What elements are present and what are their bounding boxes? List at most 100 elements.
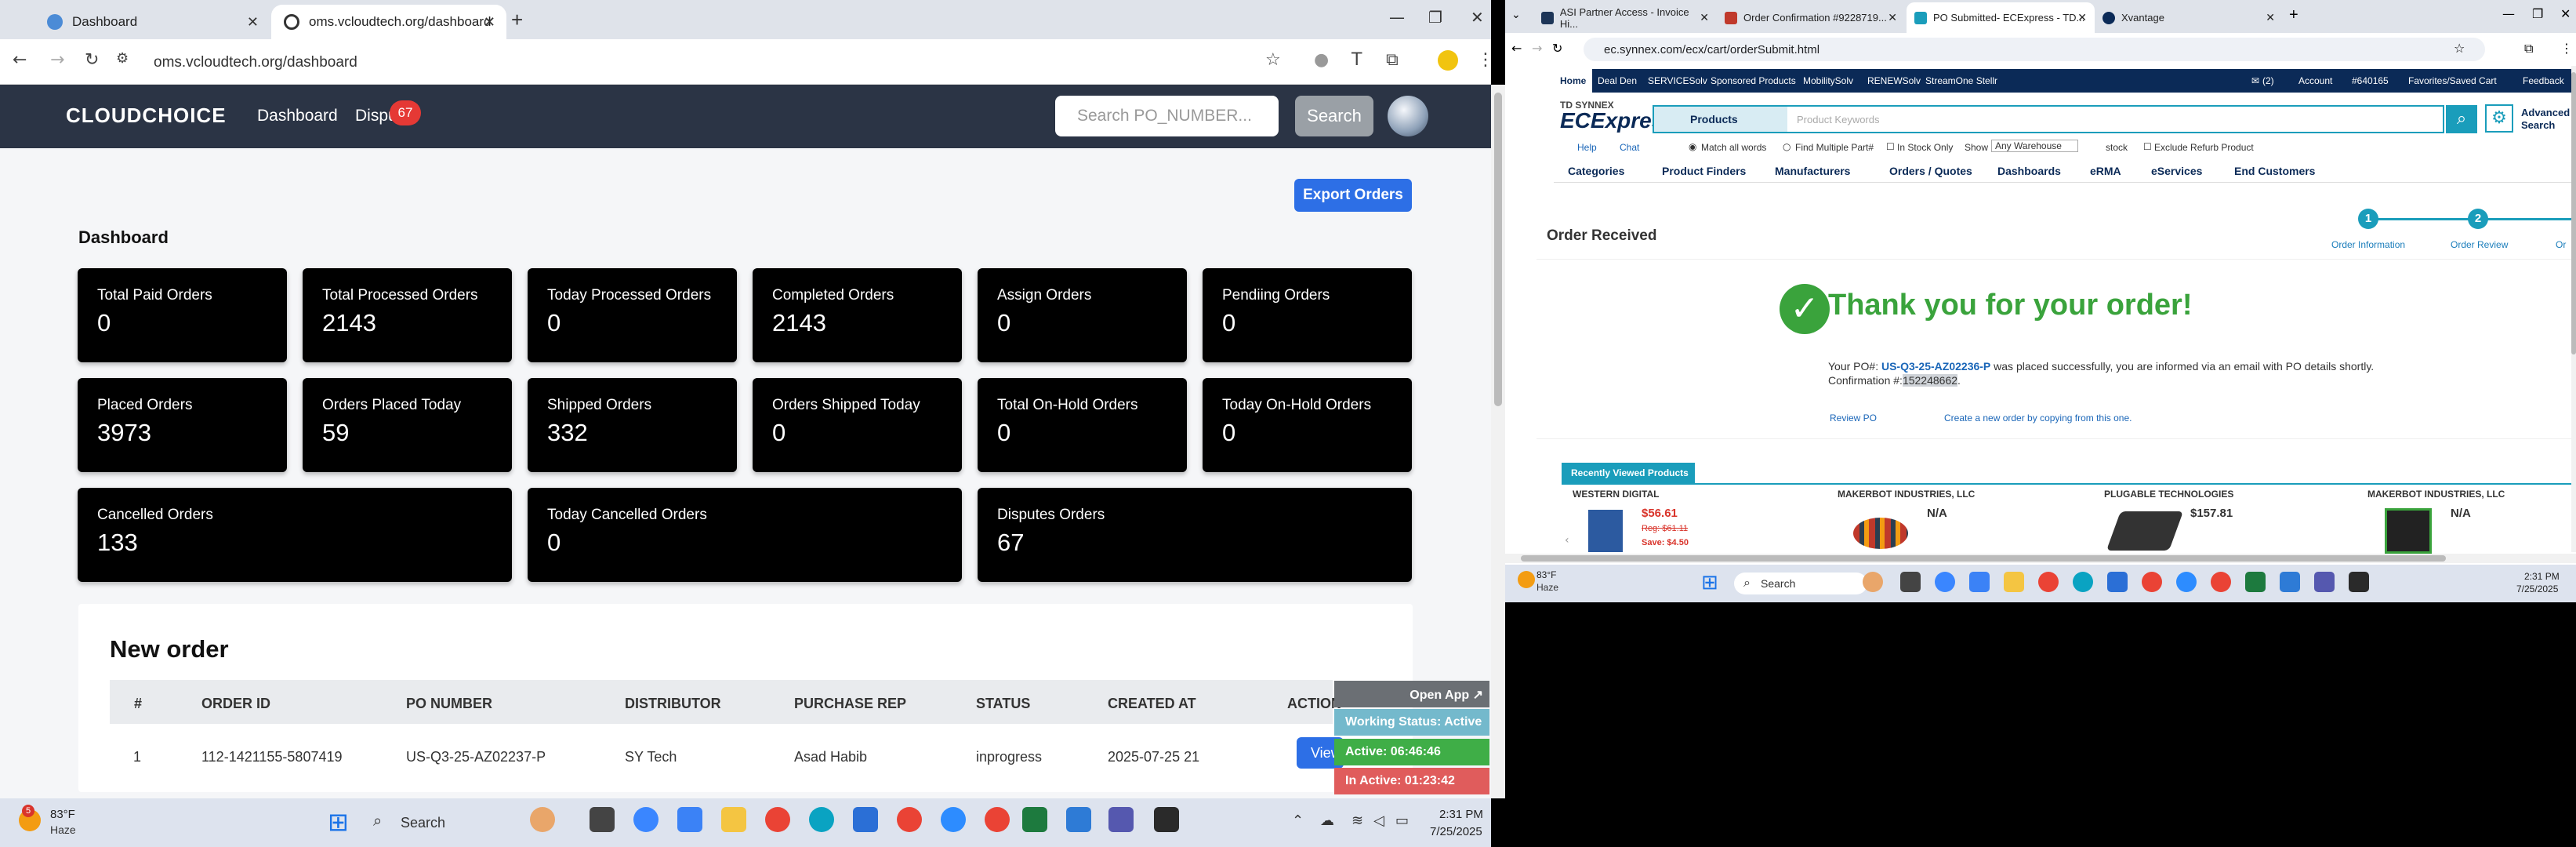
chevron-left-icon[interactable]: ‹ bbox=[1565, 535, 1569, 546]
chrome-profile-icon[interactable] bbox=[2142, 572, 2162, 592]
app-icon[interactable] bbox=[1935, 572, 1955, 592]
stat-card-assign[interactable]: Assign Orders 0 bbox=[978, 268, 1187, 362]
stat-card-on-hold[interactable]: Total On-Hold Orders 0 bbox=[978, 378, 1187, 472]
messages-icon[interactable]: ✉ bbox=[2251, 75, 2259, 86]
messages-count[interactable]: (2) bbox=[2262, 75, 2274, 86]
windows-start-icon[interactable]: ⊞ bbox=[328, 809, 349, 834]
cat-manufacturers[interactable]: Manufacturers bbox=[1775, 165, 1850, 177]
close-icon[interactable]: ✕ bbox=[247, 14, 259, 31]
task-view-icon[interactable] bbox=[1900, 572, 1921, 592]
close-icon[interactable]: ✕ bbox=[2077, 11, 2087, 24]
cat-eservices[interactable]: eServices bbox=[2151, 165, 2202, 177]
minimize-icon[interactable]: — bbox=[1389, 9, 1405, 25]
scrollbar-thumb[interactable] bbox=[1521, 555, 2446, 562]
menu-icon[interactable]: ⋮ bbox=[1477, 52, 1491, 69]
product-image[interactable] bbox=[1853, 518, 1908, 549]
maximize-icon[interactable]: ❐ bbox=[1428, 9, 1442, 25]
category-select[interactable]: Products bbox=[1654, 107, 1787, 132]
cat-product-finders[interactable]: Product Finders bbox=[1662, 165, 1746, 177]
close-icon[interactable]: ✕ bbox=[1888, 11, 1897, 24]
forward-icon[interactable]: → bbox=[50, 52, 64, 69]
wifi-icon[interactable]: ≋ bbox=[1351, 814, 1363, 828]
reload-icon[interactable]: ↻ bbox=[1552, 42, 1562, 55]
clock-time[interactable]: 2:31 PM bbox=[1439, 808, 1483, 821]
excel-icon[interactable] bbox=[1022, 807, 1047, 832]
close-window-icon[interactable]: ✕ bbox=[2560, 8, 2571, 20]
reload-icon[interactable]: ↻ bbox=[85, 52, 99, 69]
recently-viewed-tab[interactable]: Recently Viewed Products bbox=[1562, 463, 1695, 483]
copilot-icon[interactable] bbox=[530, 807, 555, 832]
tab-xvantage[interactable]: Xvantage ✕ bbox=[2095, 2, 2283, 33]
task-view-icon[interactable] bbox=[590, 807, 615, 832]
topnav-deal-den[interactable]: Deal Den bbox=[1598, 75, 1637, 86]
chrome-alt-icon[interactable] bbox=[985, 807, 1010, 832]
checkbox-icon[interactable]: ☐ bbox=[1886, 142, 1895, 151]
clock-date[interactable]: 7/25/2025 bbox=[1430, 825, 1482, 838]
stat-card-completed[interactable]: Completed Orders 2143 bbox=[753, 268, 962, 362]
tab-ecexpress[interactable]: PO Submitted- ECExpress - TD... ✕ bbox=[1907, 2, 2095, 33]
exclude-refurb-label[interactable]: Exclude Refurb Product bbox=[2154, 142, 2254, 153]
url-field[interactable]: oms.vcloudtech.org/dashboard bbox=[141, 45, 1325, 78]
stat-card-placed[interactable]: Placed Orders 3973 bbox=[78, 378, 287, 472]
radio-icon[interactable]: ○ bbox=[1783, 142, 1791, 151]
topnav-feedback[interactable]: Feedback bbox=[2523, 75, 2564, 86]
tab-dashboard[interactable]: Dashboard ✕ bbox=[34, 5, 270, 39]
outlook-icon[interactable] bbox=[2107, 572, 2128, 592]
topnav-sponsored[interactable]: Sponsored Products bbox=[1711, 75, 1796, 86]
topnav-streamone[interactable]: StreamOne Stellr bbox=[1925, 75, 1997, 86]
minimize-icon[interactable]: — bbox=[2502, 8, 2515, 20]
chrome-profile-icon[interactable] bbox=[897, 807, 922, 832]
chat-link[interactable]: Chat bbox=[1620, 142, 1639, 153]
product-search-input[interactable]: Product Keywords bbox=[1797, 114, 1880, 125]
clock-date[interactable]: 7/25/2025 bbox=[2516, 583, 2558, 594]
maximize-icon[interactable]: ❐ bbox=[2532, 8, 2543, 20]
terminal-icon[interactable] bbox=[2349, 572, 2369, 592]
tab-oms-dashboard[interactable]: oms.vcloudtech.org/dashboard ✕ bbox=[271, 5, 506, 39]
search-button[interactable]: Search bbox=[1295, 96, 1373, 136]
topnav-account[interactable]: Account bbox=[2298, 75, 2332, 86]
calculator-icon[interactable] bbox=[677, 807, 702, 832]
review-po-link[interactable]: Review PO bbox=[1830, 413, 1877, 424]
new-tab-button[interactable]: + bbox=[511, 8, 523, 32]
chrome-icon[interactable] bbox=[2038, 572, 2059, 592]
bookmark-star-icon[interactable]: ☆ bbox=[2454, 42, 2465, 55]
terminal-icon[interactable] bbox=[1154, 807, 1179, 832]
scrollbar-thumb[interactable] bbox=[1494, 93, 1502, 406]
file-explorer-icon[interactable] bbox=[2004, 572, 2024, 592]
topnav-servicesolv[interactable]: SERVICESolv bbox=[1648, 75, 1707, 86]
help-link[interactable]: Help bbox=[1577, 142, 1597, 153]
cat-orders-quotes[interactable]: Orders / Quotes bbox=[1889, 165, 1972, 177]
zoom-icon[interactable] bbox=[941, 807, 966, 832]
clock-time[interactable]: 2:31 PM bbox=[2524, 571, 2560, 582]
product-image[interactable] bbox=[2385, 508, 2432, 554]
open-app-button[interactable]: Open App ↗ bbox=[1334, 681, 1489, 707]
stat-card-cancelled[interactable]: Cancelled Orders 133 bbox=[78, 488, 512, 582]
edge-icon[interactable] bbox=[809, 807, 834, 832]
onedrive-icon[interactable]: ☁ bbox=[1320, 814, 1334, 828]
outlook-icon[interactable] bbox=[853, 807, 878, 832]
page-scrollbar[interactable] bbox=[1491, 85, 1505, 798]
stat-card-pending[interactable]: Pendiing Orders 0 bbox=[1203, 268, 1412, 362]
product-image[interactable] bbox=[2106, 511, 2184, 551]
find-multiple-label[interactable]: Find Multiple Part# bbox=[1795, 142, 1874, 153]
cat-dashboards[interactable]: Dashboards bbox=[1997, 165, 2061, 177]
tab-order-confirmation[interactable]: Order Confirmation #9228719... ✕ bbox=[1717, 2, 1905, 33]
po-search-input[interactable]: Search PO_NUMBER... bbox=[1055, 96, 1279, 136]
app-icon[interactable] bbox=[633, 807, 659, 832]
match-all-label[interactable]: Match all words bbox=[1701, 142, 1766, 153]
teams-icon[interactable] bbox=[1108, 807, 1134, 832]
cat-erma[interactable]: eRMA bbox=[2090, 165, 2121, 177]
battery-icon[interactable]: ▭ bbox=[1395, 814, 1409, 828]
cat-categories[interactable]: Categories bbox=[1568, 165, 1624, 177]
snipping-tool-icon[interactable] bbox=[1066, 807, 1091, 832]
warehouse-select[interactable]: Any Warehouse bbox=[1991, 140, 2078, 152]
cloudchoice-logo[interactable]: CLOUDCHOICE bbox=[66, 104, 227, 128]
stat-card-total-paid[interactable]: Total Paid Orders 0 bbox=[78, 268, 287, 362]
stat-card-shipped[interactable]: Shipped Orders 332 bbox=[528, 378, 737, 472]
new-tab-button[interactable]: + bbox=[2289, 6, 2298, 24]
horizontal-scrollbar[interactable] bbox=[1505, 554, 2576, 563]
nav-dashboard[interactable]: Dashboard bbox=[257, 107, 338, 125]
checkbox-icon[interactable]: ☐ bbox=[2143, 142, 2152, 151]
product-image[interactable] bbox=[1588, 510, 1623, 552]
po-number-link[interactable]: US-Q3-25-AZ02236-P bbox=[1881, 360, 1990, 373]
